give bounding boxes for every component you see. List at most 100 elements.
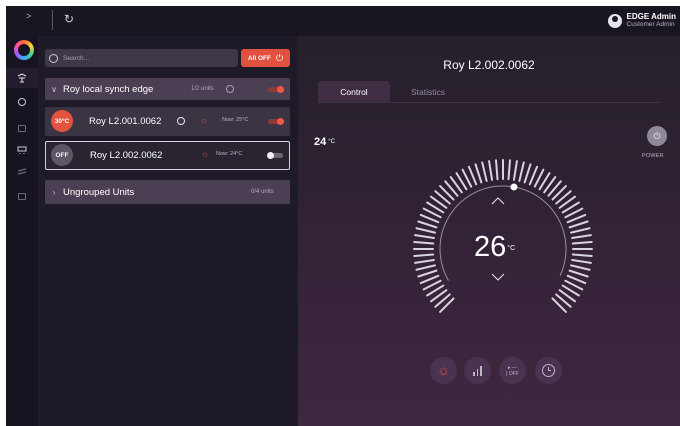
dial-tick: [414, 234, 435, 240]
swing-button[interactable]: ▸ ― | OFF: [499, 357, 526, 384]
power-button[interactable]: ⏻: [647, 126, 667, 146]
power-icon: ⏻: [653, 130, 661, 141]
sidebar-item-devices[interactable]: [6, 140, 38, 160]
swing-icon: ▸ ― | OFF: [506, 364, 519, 377]
current-temp-unit: °C: [328, 139, 335, 146]
schedule-clock-icon[interactable]: [226, 85, 234, 93]
tab-control[interactable]: Control: [318, 81, 390, 102]
all-off-button[interactable]: All OFF ⏻: [241, 49, 290, 67]
dial-tick: [417, 269, 438, 278]
group-row[interactable]: ∨ Roy local synch edge 1/2 units: [45, 78, 290, 100]
unit-name: Roy L2.002.0062: [90, 150, 163, 161]
unit-power-toggle[interactable]: [267, 152, 283, 159]
group-row[interactable]: › Ungrouped Units 0/4 units: [45, 180, 290, 204]
sun-icon: ☼: [201, 149, 210, 159]
ac-unit-icon: [17, 73, 27, 83]
group-units-count: 1/2 units: [191, 86, 214, 92]
unit-detail-panel: Roy L2.002.0062 Control Statistics 24 °C …: [298, 36, 680, 426]
dial-tick: [566, 274, 587, 285]
power-label: POWER: [642, 153, 664, 159]
dial-tick: [481, 161, 488, 182]
dial-tick: [571, 234, 592, 240]
dial-tick: [570, 227, 591, 234]
dial-tick: [419, 274, 440, 285]
tab-underline: [318, 102, 660, 103]
clock-icon[interactable]: [177, 117, 185, 125]
fan-speed-button[interactable]: [464, 357, 491, 384]
sidebar-item-settings[interactable]: [6, 118, 38, 138]
setpoint-temperature: 26°C: [474, 232, 515, 262]
sidebar-item-units[interactable]: [6, 68, 38, 88]
user-role: Customer Admin: [626, 20, 675, 28]
dial-tick: [467, 165, 478, 186]
sidebar-item-reports[interactable]: [6, 186, 38, 206]
user-menu[interactable]: EDGE Admin Customer Admin: [607, 10, 676, 32]
unit-name: Roy L2.001.0062: [89, 116, 162, 127]
dial-tick: [415, 227, 436, 234]
swing-label: OFF: [508, 370, 519, 377]
dial-tick: [507, 159, 511, 181]
unit-temp-badge: 30°C: [51, 110, 73, 132]
dial-tick: [415, 264, 436, 271]
dial-tick: [488, 160, 494, 181]
unit-row[interactable]: 30°C Roy L2.001.0062 ☼ Now: 25°C: [45, 107, 290, 136]
device-icon: [17, 146, 27, 154]
unit-list-panel: All OFF ⏻ ∨ Roy local synch edge 1/2 uni…: [38, 36, 298, 426]
top-bar: > ↻ EDGE Admin Customer Admin: [6, 6, 680, 36]
dial-tick: [571, 253, 593, 257]
dial-tick: [566, 213, 587, 224]
group-power-toggle[interactable]: [268, 86, 284, 93]
decrease-temp-button[interactable]: [490, 272, 506, 282]
sidebar-item-schedules[interactable]: [6, 162, 38, 182]
report-icon: [18, 192, 26, 200]
clock-icon: [542, 364, 555, 377]
dashboard-icon: [18, 98, 26, 106]
dial-handle[interactable]: [510, 183, 518, 191]
unit-power-toggle[interactable]: [268, 118, 284, 125]
all-off-label: All OFF: [247, 54, 271, 62]
search-icon: [49, 53, 58, 63]
sidebar-item-dashboard[interactable]: [6, 92, 38, 112]
dial-tick: [570, 264, 591, 271]
group-name: Roy local synch edge: [63, 83, 154, 95]
dial-tick: [414, 258, 435, 264]
app-window: > ↻ EDGE Admin Customer Admin Search... …: [6, 6, 680, 426]
refresh-icon[interactable]: ↻: [64, 12, 74, 26]
dial-tick: [413, 241, 435, 245]
group-units-count: 0/4 units: [251, 189, 274, 195]
search-input[interactable]: [63, 54, 213, 62]
unit-title: Roy L2.002.0062: [443, 58, 535, 72]
unit-room-temp: Now: 24°C: [216, 151, 243, 157]
group-name: Ungrouped Units: [63, 186, 135, 198]
grid-icon: [18, 124, 26, 132]
dial-tick: [571, 241, 593, 245]
sidebar-toggle-icon[interactable]: >: [26, 11, 31, 21]
setpoint-value: 26: [474, 231, 507, 263]
dial-tick: [568, 220, 589, 229]
dial-tick: [417, 220, 438, 229]
dial-tick: [518, 161, 525, 182]
sun-icon: ☼: [436, 362, 451, 379]
dial-tick: [474, 163, 483, 184]
current-temp-value: 24: [314, 136, 327, 148]
power-icon: ⏻: [275, 52, 284, 63]
dial-tick: [571, 258, 592, 264]
current-temperature: 24 °C: [314, 136, 335, 148]
unit-row-selected[interactable]: OFF Roy L2.002.0062 ☼ Now: 24°C: [45, 141, 290, 170]
layers-icon: [17, 168, 27, 175]
timer-button[interactable]: [535, 357, 562, 384]
chevron-down-icon[interactable]: ∨: [45, 85, 63, 94]
dial-tick: [568, 269, 589, 278]
increase-temp-button[interactable]: [490, 196, 506, 206]
dial-tick: [419, 213, 440, 224]
search-box[interactable]: [45, 49, 238, 67]
user-avatar-icon: [607, 14, 622, 28]
sun-icon: ☼: [200, 115, 209, 125]
tab-statistics[interactable]: Statistics: [392, 81, 464, 102]
sidebar: [6, 36, 38, 426]
app-logo: [14, 40, 34, 60]
mode-heat-button[interactable]: ☼: [430, 357, 457, 384]
fan-speed-icon: [472, 365, 483, 376]
chevron-right-icon[interactable]: ›: [45, 188, 63, 197]
unit-room-temp: Now: 25°C: [222, 117, 249, 123]
